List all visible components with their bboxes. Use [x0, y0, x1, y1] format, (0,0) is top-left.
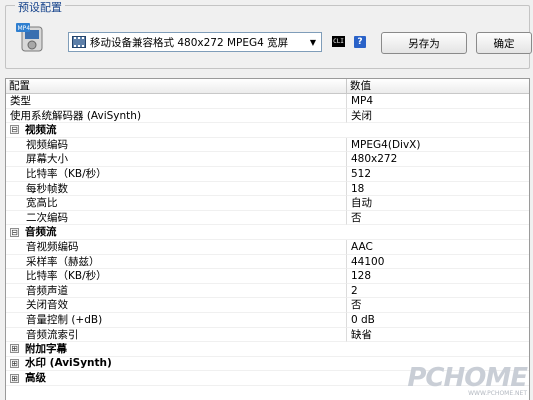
grid-row-fps[interactable]: 每秒帧数 18 — [6, 181, 529, 197]
grid-header: 配置 数值 — [6, 79, 529, 94]
row-value[interactable]: 否 — [347, 211, 529, 226]
grid-row-volume[interactable]: 音量控制 (+dB) 0 dB — [6, 312, 529, 328]
row-label: 使用系统解码器 (AviSynth) — [6, 108, 347, 124]
grid-row-audio-codec[interactable]: 音视频编码 AAC — [6, 239, 529, 255]
mp4-device-icon: MP4 — [16, 23, 43, 52]
row-value[interactable]: 缺省 — [347, 328, 529, 343]
row-label: 宽高比 — [6, 196, 347, 211]
row-label: 音量控制 (+dB) — [6, 312, 347, 328]
row-value[interactable]: MPEG4(DivX) — [347, 138, 529, 153]
row-value[interactable]: 2 — [347, 284, 529, 299]
column-header-config[interactable]: 配置 — [6, 79, 347, 93]
row-label: 关闭音效 — [6, 298, 347, 313]
preset-legend: 预设配置 — [15, 0, 65, 15]
row-value[interactable]: 自动 — [347, 196, 529, 211]
grid-row-mute[interactable]: 关闭音效 否 — [6, 298, 529, 313]
property-grid: 配置 数值 类型 MP4 使用系统解码器 (AviSynth) 关闭 ⊟ 视频流… — [5, 78, 530, 400]
row-label: 音频声道 — [6, 283, 347, 299]
row-label: 音频流索引 — [6, 327, 347, 343]
grid-row-screen-size[interactable]: 屏幕大小 480x272 — [6, 152, 529, 167]
collapse-icon[interactable]: ⊟ — [10, 227, 19, 237]
row-value[interactable]: 480x272 — [347, 152, 529, 167]
row-value[interactable]: 512 — [347, 167, 529, 182]
expand-icon[interactable]: ⊞ — [10, 344, 19, 354]
row-value[interactable]: 0 dB — [347, 313, 529, 328]
ok-button[interactable]: 确定 — [476, 32, 532, 54]
grid-row-audio-stream-index[interactable]: 音频流索引 缺省 — [6, 327, 529, 343]
row-value[interactable]: 128 — [347, 269, 529, 284]
category-subtitles[interactable]: ⊞ 附加字幕 — [6, 342, 529, 357]
category-label: 高级 — [25, 371, 46, 384]
grid-row-two-pass[interactable]: 二次编码 否 — [6, 210, 529, 226]
pchome-watermark: PCHOME WWW.PCHOME.NET — [407, 363, 528, 398]
row-value[interactable]: 44100 — [347, 255, 529, 270]
grid-row-audio-bitrate[interactable]: 比特率（KB/秒） 128 — [6, 269, 529, 284]
row-label: 类型 — [6, 94, 347, 109]
preset-config-group: 预设配置 MP4 移动设备兼容格式 480x272 MPEG4 宽屏 ▼ CLI… — [5, 0, 532, 69]
help-icon[interactable]: ? — [354, 36, 366, 48]
expand-icon[interactable]: ⊞ — [10, 373, 19, 383]
row-value[interactable]: 关闭 — [347, 109, 529, 124]
column-header-value[interactable]: 数值 — [347, 79, 371, 93]
save-as-button[interactable]: 另存为 — [381, 32, 467, 54]
row-label: 比特率（KB/秒） — [6, 166, 347, 182]
expand-icon[interactable]: ⊞ — [10, 358, 19, 368]
watermark-logo: PCHOME — [407, 363, 528, 393]
row-value[interactable]: MP4 — [347, 94, 529, 109]
grid-row-aspect-ratio[interactable]: 宽高比 自动 — [6, 196, 529, 211]
command-line-icon[interactable]: CLI — [332, 36, 345, 47]
row-label: 音视频编码 — [6, 239, 347, 255]
row-label: 二次编码 — [6, 210, 347, 226]
category-label: 音频流 — [25, 225, 57, 238]
collapse-icon[interactable]: ⊟ — [10, 125, 19, 135]
row-value[interactable]: AAC — [347, 240, 529, 255]
category-label: 附加字幕 — [25, 342, 67, 355]
row-label: 每秒帧数 — [6, 181, 347, 197]
preset-dropdown-value: 移动设备兼容格式 480x272 MPEG4 宽屏 — [90, 36, 289, 49]
category-video-stream[interactable]: ⊟ 视频流 — [6, 123, 529, 138]
category-label: 水印 (AviSynth) — [25, 357, 112, 370]
category-audio-stream[interactable]: ⊟ 音频流 — [6, 225, 529, 240]
preset-dropdown[interactable]: 移动设备兼容格式 480x272 MPEG4 宽屏 ▼ — [68, 32, 322, 52]
row-label: 采样率（赫兹） — [6, 254, 347, 270]
grid-row-channels[interactable]: 音频声道 2 — [6, 283, 529, 299]
row-label: 屏幕大小 — [6, 152, 347, 167]
row-value[interactable]: 18 — [347, 182, 529, 197]
grid-row-type[interactable]: 类型 MP4 — [6, 94, 529, 109]
grid-row-system-decoder[interactable]: 使用系统解码器 (AviSynth) 关闭 — [6, 108, 529, 124]
row-label: 视频编码 — [6, 137, 347, 153]
grid-row-sample-rate[interactable]: 采样率（赫兹） 44100 — [6, 254, 529, 270]
chevron-down-icon[interactable]: ▼ — [305, 33, 321, 51]
svg-text:MP4: MP4 — [18, 25, 31, 32]
row-label: 比特率（KB/秒） — [6, 269, 347, 284]
category-label: 视频流 — [25, 123, 57, 136]
row-value[interactable]: 否 — [347, 298, 529, 313]
grid-row-video-bitrate[interactable]: 比特率（KB/秒） 512 — [6, 166, 529, 182]
film-icon — [72, 36, 86, 48]
grid-row-video-codec[interactable]: 视频编码 MPEG4(DivX) — [6, 137, 529, 153]
